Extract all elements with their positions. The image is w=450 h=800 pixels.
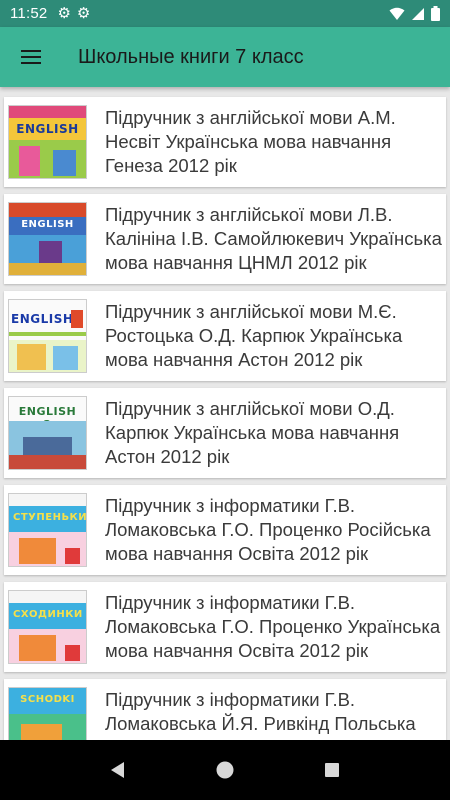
book-cover-title: ENGLISH (11, 312, 74, 326)
recents-icon (324, 763, 339, 777)
page-title: Школьные книги 7 класс (78, 45, 304, 68)
book-cover: ENGLISH 2 (8, 396, 87, 470)
menu-button[interactable] (0, 27, 62, 87)
book-cover: ENGLISH (8, 105, 87, 179)
back-button[interactable] (98, 750, 138, 790)
book-title: Підручник з інформатики Г.В. Ломаковська… (105, 592, 441, 661)
home-button[interactable] (205, 750, 245, 790)
book-cover-title: SCHODKI (20, 694, 75, 705)
book-title: Підручник з інформатики Г.В. Ломаковська… (105, 495, 431, 564)
list-item[interactable]: СХОДИНКИ Підручник з інформатики Г.В. Ло… (4, 582, 446, 672)
gear-icon: ⚙ (57, 5, 71, 22)
book-cover: СХОДИНКИ (8, 590, 87, 664)
book-title: Підручник з англійської мови А.М. Несвіт… (105, 107, 396, 176)
book-cover: СТУПЕНЬКИ (8, 493, 87, 567)
book-title: Підручник з інформатики Г.В. Ломаковська… (105, 689, 416, 740)
list-item[interactable]: СТУПЕНЬКИ Підручник з інформатики Г.В. Л… (4, 485, 446, 575)
navigation-bar (0, 740, 450, 800)
list-item[interactable]: ENGLISH Підручник з англійської мови М.Є… (4, 291, 446, 381)
book-cover-title: ENGLISH (16, 122, 79, 136)
list-item[interactable]: SCHODKI Підручник з інформатики Г.В. Лом… (4, 679, 446, 740)
status-indicators (389, 6, 440, 21)
battery-icon (431, 6, 440, 21)
home-icon (216, 761, 234, 779)
wifi-icon (389, 7, 405, 20)
book-title: Підручник з англійської мови О.Д. Карпюк… (105, 398, 400, 467)
book-cover-title: СХОДИНКИ (13, 609, 83, 620)
list-item[interactable]: ENGLISH 2 Підручник з англійської мови О… (4, 388, 446, 478)
book-cover-title: СТУПЕНЬКИ (13, 512, 87, 523)
list-item[interactable]: ENGLISH Підручник з англійської мови А.М… (4, 97, 446, 187)
book-cover: ENGLISH (8, 299, 87, 373)
book-cover: ENGLISH (8, 202, 87, 276)
book-cover: SCHODKI (8, 687, 87, 740)
book-cover-title: ENGLISH (21, 219, 74, 230)
list-item[interactable]: ENGLISH Підручник з англійської мови Л.В… (4, 194, 446, 284)
book-list[interactable]: ENGLISH Підручник з англійської мови А.М… (0, 87, 450, 740)
book-title: Підручник з англійської мови М.Є. Ростоц… (105, 301, 403, 370)
app-bar: Школьные книги 7 класс (0, 27, 450, 87)
back-icon (111, 762, 125, 778)
signal-icon (412, 7, 424, 20)
hamburger-menu-icon (21, 50, 41, 64)
gear-icon: ⚙ (76, 5, 91, 22)
book-title: Підручник з англійської мови Л.В. Каліні… (105, 204, 442, 273)
status-time: 11:52 (10, 5, 48, 22)
status-bar: 11:52 ⚙ ⚙ (0, 0, 450, 27)
recents-button[interactable] (312, 750, 352, 790)
